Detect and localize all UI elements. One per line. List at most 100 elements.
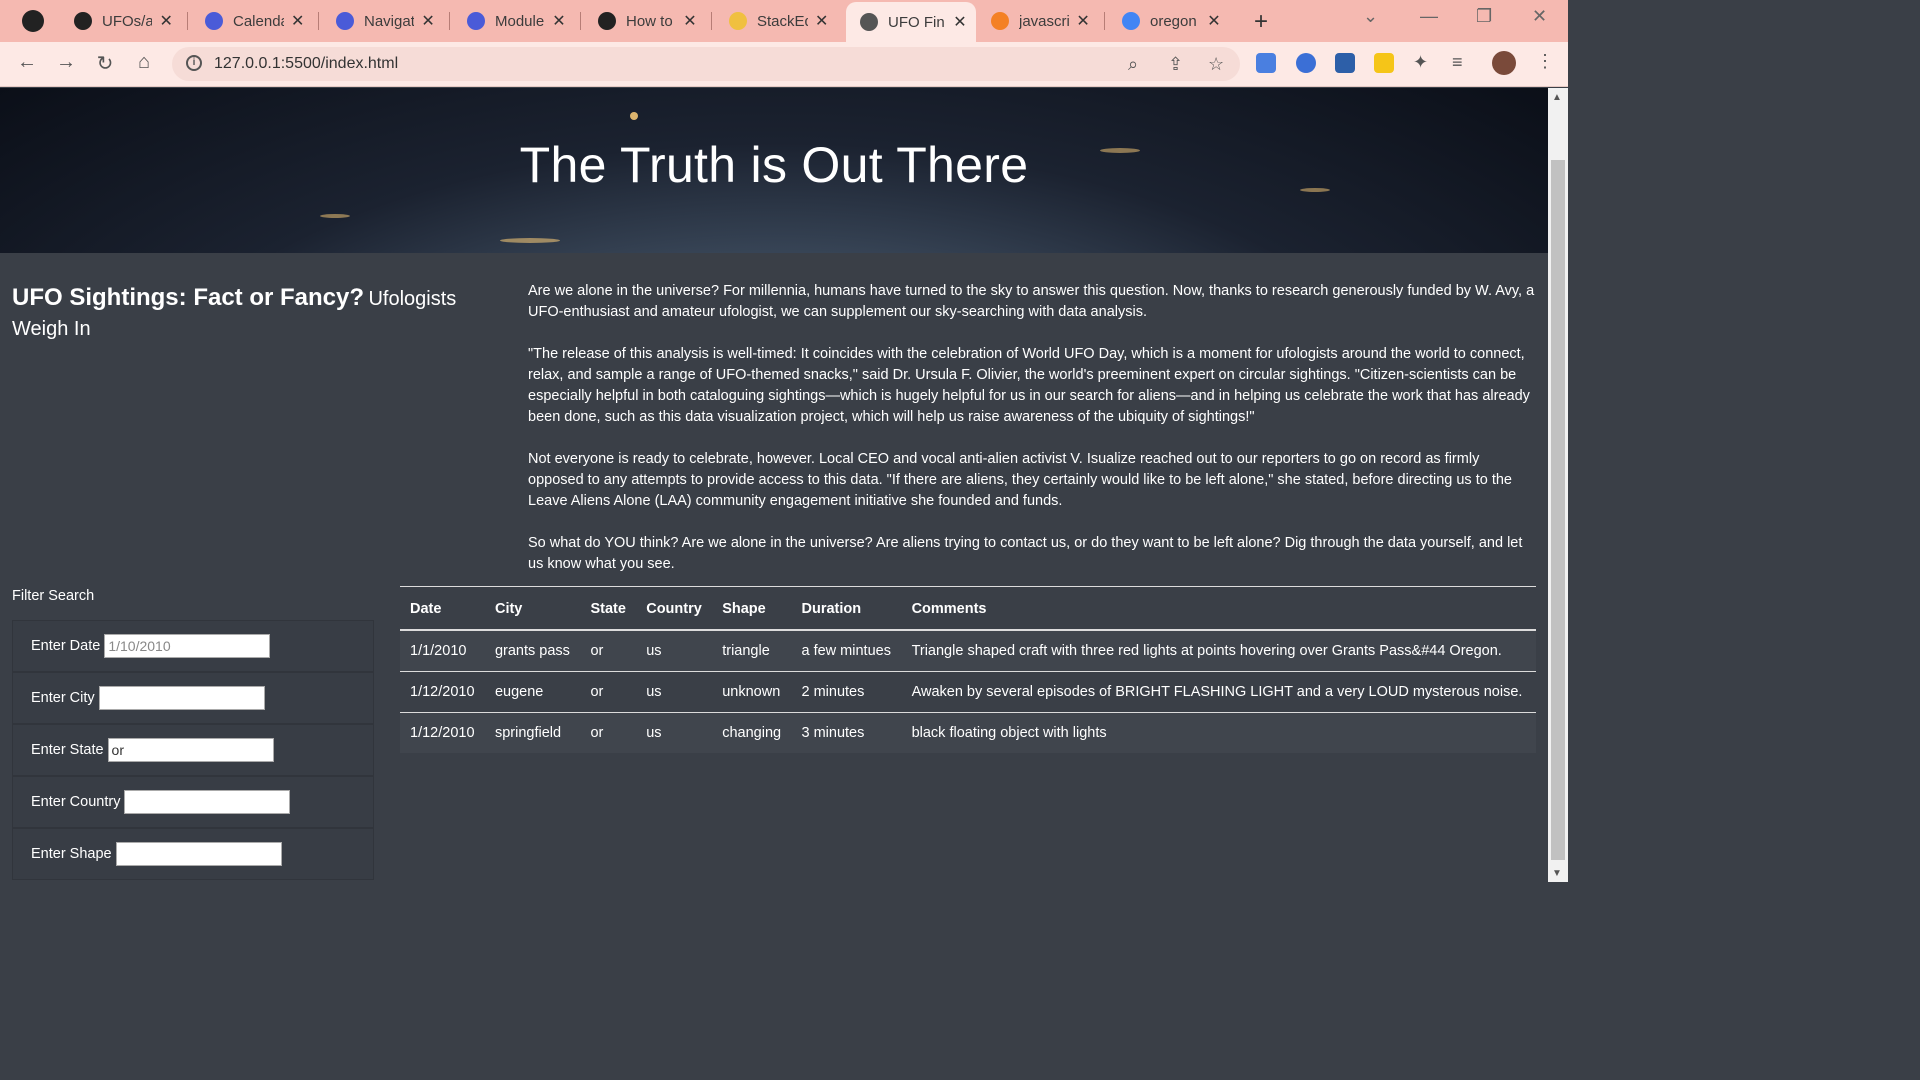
table-cell: us xyxy=(646,725,662,741)
close-tab-icon[interactable]: ✕ xyxy=(1075,11,1091,31)
close-window-button[interactable]: ✕ xyxy=(1532,6,1547,27)
address-bar[interactable]: i 127.0.0.1:5500/index.html ⌕ ⇪ ☆ xyxy=(172,47,1240,81)
github-icon[interactable] xyxy=(22,10,44,32)
browser-tab[interactable]: Calenda ✕ xyxy=(191,5,313,37)
new-tab-button[interactable]: + xyxy=(1254,8,1268,36)
close-tab-icon[interactable]: ✕ xyxy=(420,11,436,31)
filter-label: Enter Date xyxy=(31,638,101,654)
scroll-up-icon[interactable]: ▲ xyxy=(1552,92,1562,103)
close-tab-icon[interactable]: ✕ xyxy=(290,11,305,31)
tab-title: Module xyxy=(495,12,545,30)
share-icon[interactable]: ⇪ xyxy=(1168,54,1183,75)
column-header: State xyxy=(580,586,637,631)
home-icon[interactable]: ⌂ xyxy=(131,51,157,74)
tab-title: StackEd xyxy=(757,12,809,30)
tab-strip: UFOs/a ✕ Calenda ✕ Navigat ✕ Module ✕ How to ✕ Sta… xyxy=(0,0,1568,42)
table-cell: or xyxy=(580,671,637,713)
table-cell: us xyxy=(636,630,713,672)
forward-icon[interactable]: → xyxy=(53,51,79,74)
puzzle-extensions-icon[interactable]: ✦ xyxy=(1413,52,1428,73)
close-tab-icon[interactable]: ✕ xyxy=(1206,11,1222,31)
city-lights xyxy=(320,214,350,218)
table-cell: 2 minutes xyxy=(791,671,902,713)
ufo-table: Date City State Country Shape Duration Comment… xyxy=(400,586,1536,753)
tab-title: Calenda xyxy=(233,12,285,30)
table-cell: a few mintues xyxy=(791,630,902,672)
profile-avatar[interactable] xyxy=(1492,51,1516,75)
menu-kebab-icon[interactable]: ⋮ xyxy=(1536,51,1554,72)
browser-tab[interactable]: Module ✕ xyxy=(453,5,575,37)
table-cell: triangle xyxy=(712,630,792,672)
tab-separator xyxy=(580,12,581,30)
back-icon[interactable]: ← xyxy=(14,51,40,74)
restore-button[interactable]: ❐ xyxy=(1476,6,1492,27)
browser-tab[interactable]: Navigat ✕ xyxy=(322,5,444,37)
tab-favicon-icon xyxy=(598,12,616,30)
close-tab-icon[interactable]: ✕ xyxy=(682,11,698,31)
browser-tab[interactable]: UFO Fin ✕ xyxy=(846,2,976,42)
site-info-icon[interactable]: i xyxy=(186,55,202,71)
filter-input-country[interactable] xyxy=(124,790,291,814)
filter-input-city[interactable] xyxy=(98,686,265,710)
browser-tab[interactable]: StackEd ✕ xyxy=(715,5,837,37)
reading-list-icon[interactable]: ≡ xyxy=(1452,52,1463,73)
reload-icon[interactable]: ↻ xyxy=(92,51,118,76)
column-header: Date xyxy=(400,586,485,631)
filter-item: Enter Date xyxy=(12,620,374,672)
filter-label: Enter Country xyxy=(31,794,121,810)
article-paragraph: "The release of this analysis is well-ti… xyxy=(528,346,1530,425)
table-row: 1/12/2010 eugene or us unknown 2 minutes Awake… xyxy=(400,671,1536,713)
translate-extension-icon[interactable] xyxy=(1256,53,1276,73)
column-header: Shape xyxy=(712,586,792,631)
table-cell: Awaken by several episodes of BRIGHT FLA… xyxy=(901,671,1536,713)
table-cell: Triangle shaped craft with three red lig… xyxy=(901,630,1536,672)
filter-input-date[interactable] xyxy=(104,634,271,658)
filter-label: Enter Shape xyxy=(31,846,112,862)
tab-favicon-icon xyxy=(991,12,1009,30)
city-lights xyxy=(500,238,560,243)
scroll-down-icon[interactable]: ▼ xyxy=(1552,868,1562,879)
scrollbar-thumb[interactable] xyxy=(1551,160,1565,860)
table-cell: us xyxy=(636,671,713,713)
filter-title: Filter Search xyxy=(12,588,95,604)
close-tab-icon[interactable]: ✕ xyxy=(952,12,968,32)
tab-separator xyxy=(187,12,188,30)
close-tab-icon[interactable]: ✕ xyxy=(551,11,567,31)
web-page: The Truth is Out There UFO Sightings: Fa… xyxy=(0,88,1548,882)
tab-favicon-icon xyxy=(729,12,747,30)
minimize-button[interactable]: — xyxy=(1420,6,1438,27)
tab-favicon-icon xyxy=(336,12,354,30)
tab-title: How to xyxy=(626,12,673,30)
tab-title: javascri xyxy=(1019,12,1070,30)
close-tab-icon[interactable]: ✕ xyxy=(158,11,174,31)
filter-input-shape[interactable] xyxy=(115,842,282,866)
bookmark-star-icon[interactable]: ☆ xyxy=(1208,54,1224,75)
heading-main: UFO Sightings: Fact or Fancy? xyxy=(12,284,365,311)
table-cell: or xyxy=(580,630,637,672)
filter-input-state[interactable] xyxy=(107,738,274,762)
browser-tab[interactable]: How to ✕ xyxy=(584,5,706,37)
table-cell: black floating object with lights xyxy=(911,725,1107,741)
browser-tab[interactable]: javascri ✕ xyxy=(977,5,1099,37)
browser-tab[interactable]: UFOs/a ✕ xyxy=(60,5,182,37)
tab-search-icon[interactable]: ⌄ xyxy=(1363,6,1378,27)
zoom-icon[interactable]: ⌕ xyxy=(1128,54,1138,75)
page-scrollbar[interactable]: ▲ ▼ xyxy=(1548,88,1568,882)
table-header-row: Date City State Country Shape Duration Comment… xyxy=(400,586,1536,631)
article-paragraph: So what do YOU think? Are we alone in th… xyxy=(528,535,1523,572)
table-cell: springfield xyxy=(494,725,562,741)
article-text: Are we alone in the universe? For millen… xyxy=(528,281,1536,596)
filter-list: Enter Date Enter City Enter State Enter Cou… xyxy=(12,620,374,880)
w-extension-icon[interactable] xyxy=(1374,53,1394,73)
upload-extension-icon[interactable] xyxy=(1335,53,1355,73)
filter-item: Enter City xyxy=(12,672,374,724)
browser-toolbar: ← → ↻ ⌂ i 127.0.0.1:5500/index.html ⌕ ⇪ … xyxy=(0,42,1568,87)
extension-icon[interactable] xyxy=(1296,53,1316,73)
hero-banner: The Truth is Out There xyxy=(0,88,1548,253)
browser-tab[interactable]: oregon ✕ xyxy=(1108,5,1230,37)
url-text[interactable]: 127.0.0.1:5500/index.html xyxy=(214,55,398,73)
column-header: Duration xyxy=(791,586,902,631)
table-row: 1/1/2010 grants pass or us triangle a few min… xyxy=(400,630,1536,672)
article-paragraph: Are we alone in the universe? For millen… xyxy=(528,283,1535,320)
close-tab-icon[interactable]: ✕ xyxy=(814,11,829,31)
